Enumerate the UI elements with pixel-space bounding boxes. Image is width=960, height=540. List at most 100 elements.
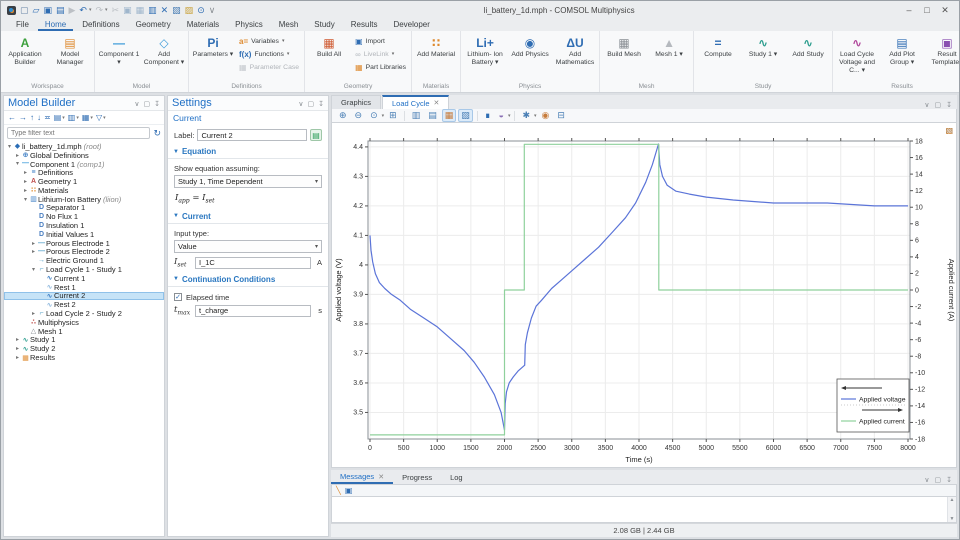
panel-menu-icon[interactable]: ∨ <box>924 101 929 109</box>
load-cycle-plot[interactable]: 0500100015002000250030003500400045005000… <box>331 123 957 468</box>
customize-toolbar-icon[interactable]: ∨ <box>209 5 216 15</box>
filter-input[interactable] <box>7 127 150 139</box>
compute-button[interactable]: =Compute <box>696 32 740 81</box>
load-cycle-voltage-and-c-button[interactable]: ∿Load Cycle Voltage and C... ▾ <box>835 32 879 81</box>
tree-item-global-definitions[interactable]: ▸⊕Global Definitions <box>4 151 164 160</box>
y-axis-data-icon[interactable]: ▥ <box>409 109 424 122</box>
tree-item-current-1[interactable]: ∿Current 1 <box>4 274 164 283</box>
float-panel-icon[interactable]: ▢ <box>308 101 315 108</box>
expander-icon[interactable]: ▸ <box>30 310 37 317</box>
tree-item-rest-1[interactable]: ∿Rest 1 <box>4 283 164 292</box>
label-input[interactable] <box>197 129 307 141</box>
tab-progress[interactable]: Progress <box>393 471 441 484</box>
cut-icon[interactable]: ✂ <box>112 5 120 15</box>
tree-item-electric-ground-1[interactable]: →Electric Ground 1 <box>4 256 164 265</box>
component-1-button[interactable]: —Component 1 ▾ <box>97 32 141 81</box>
expander-icon[interactable]: ▸ <box>14 152 21 159</box>
equation-study-select[interactable]: Study 1, Time Dependent ▾ <box>174 175 322 188</box>
tree-item-insulation-1[interactable]: DInsulation 1 <box>4 221 164 230</box>
tree-item-component-1[interactable]: ▾—Component 1(comp1) <box>4 160 164 169</box>
pin-panel-icon[interactable]: ↧ <box>154 101 160 108</box>
model-manager-button[interactable]: ▤Model Manager <box>48 32 92 81</box>
chevron-down-icon[interactable]: ▾ <box>103 115 106 121</box>
tree-item-separator-1[interactable]: DSeparator 1 <box>4 204 164 213</box>
maximize-icon[interactable]: □ <box>921 5 933 15</box>
tab-messages[interactable]: Messages✕ <box>331 471 393 484</box>
rename-label-icon[interactable]: ▤ <box>310 129 322 141</box>
zoom-extents-icon[interactable]: ⊞ <box>386 109 400 122</box>
paste-icon[interactable]: ▦ <box>136 5 145 15</box>
ribbon-tab-home[interactable]: Home <box>38 19 73 31</box>
chevron-down-icon[interactable]: ▾ <box>382 113 385 119</box>
minimize-icon[interactable]: – <box>903 5 915 15</box>
tree-item-current-2[interactable]: ∿Current 2 <box>4 292 164 301</box>
move-up-icon[interactable]: ↑ <box>30 113 34 122</box>
tree-item-materials[interactable]: ▸∷Materials <box>4 186 164 195</box>
continuation-section-header[interactable]: ▼ Continuation Conditions <box>168 271 328 287</box>
panel-menu-icon[interactable]: ∨ <box>134 101 139 108</box>
tree-item-load-cycle-1-study-1[interactable]: ▾⌐Load Cycle 1 - Study 1 <box>4 265 164 274</box>
open-icon[interactable]: ▱ <box>33 5 40 15</box>
open-in-new-window-icon[interactable]: ▣ <box>345 486 353 495</box>
new-icon[interactable]: ▢ <box>20 5 29 15</box>
tree-item-definitions[interactable]: ▸≡Definitions <box>4 168 164 177</box>
scroll-down-icon[interactable]: ▼ <box>950 516 955 522</box>
build-all-button[interactable]: ▦Build All <box>307 32 351 81</box>
expander-icon[interactable]: ▸ <box>14 354 21 361</box>
ribbon-tab-results[interactable]: Results <box>344 19 385 31</box>
zoom-box-icon[interactable]: ⊙ <box>367 109 381 122</box>
close-tab-icon[interactable]: ✕ <box>434 99 440 107</box>
ribbon-tab-physics[interactable]: Physics <box>228 19 270 31</box>
expander-icon[interactable]: ▸ <box>14 345 21 352</box>
chevron-down-icon[interactable]: ▾ <box>105 7 108 13</box>
panel-menu-icon[interactable]: ∨ <box>924 476 929 484</box>
tree-item-load-cycle-2-study-2[interactable]: ▸⌐Load Cycle 2 - Study 2 <box>4 309 164 318</box>
scene-color-icon[interactable]: ◒ <box>496 109 507 122</box>
ribbon-tab-geometry[interactable]: Geometry <box>129 19 178 31</box>
add-plot-group-button[interactable]: ▤Add Plot Group ▾ <box>880 32 924 81</box>
expander-icon[interactable]: ▾ <box>14 160 21 167</box>
ribbon-tab-materials[interactable]: Materials <box>180 19 226 31</box>
sort-order-icon[interactable]: ▥ <box>68 113 76 122</box>
expander-icon[interactable]: ▸ <box>30 240 37 247</box>
zoom-out-icon[interactable]: ⊖ <box>352 109 366 122</box>
import-button[interactable]: ▣Import <box>352 35 409 47</box>
redo-icon[interactable]: ↷ <box>95 5 103 15</box>
tree-item-porous-electrode-1[interactable]: ▸—Porous Electrode 1 <box>4 239 164 248</box>
ribbon-tab-file[interactable]: File <box>9 19 36 31</box>
add-physics-button[interactable]: ◉Add Physics <box>508 32 552 81</box>
expander-icon[interactable]: ▾ <box>30 266 37 273</box>
float-panel-icon[interactable]: ▢ <box>935 101 942 109</box>
tree-item-results[interactable]: ▸▦Results <box>4 353 164 362</box>
tree-item-geometry-1[interactable]: ▸AGeometry 1 <box>4 177 164 186</box>
plot-settings-icon[interactable]: ✱ <box>519 109 533 122</box>
chevron-down-icon[interactable]: ▾ <box>90 115 93 121</box>
move-down-icon[interactable]: ↓ <box>37 113 41 122</box>
chevron-down-icon[interactable]: ▾ <box>534 113 537 119</box>
back-icon[interactable]: ← <box>8 113 16 122</box>
close-icon[interactable]: ✕ <box>939 5 951 16</box>
refresh-icon[interactable]: ↻ <box>153 128 161 139</box>
mesh-1-button[interactable]: ▲Mesh 1 ▾ <box>647 32 691 81</box>
compile-icon[interactable]: ▧ <box>172 5 181 15</box>
collapse-all-icon[interactable]: ≖ <box>44 113 51 122</box>
tree-item-multiphysics[interactable]: ∴Multiphysics <box>4 318 164 327</box>
ribbon-tab-study[interactable]: Study <box>307 19 341 31</box>
tree-item-lithium-ion-battery[interactable]: ▾▥Lithium-Ion Battery(liion) <box>4 195 164 204</box>
zoom-in-icon[interactable]: ⊕ <box>336 109 350 122</box>
expander-icon[interactable]: ▸ <box>22 169 29 176</box>
chevron-down-icon[interactable]: ▾ <box>89 7 92 13</box>
close-tab-icon[interactable]: ✕ <box>378 473 384 481</box>
image-snapshot-icon[interactable]: ◉ <box>539 109 553 122</box>
panel-menu-icon[interactable]: ∨ <box>298 101 303 108</box>
lock-axes-icon[interactable]: ∎ <box>482 109 494 122</box>
tmax-input[interactable] <box>195 305 311 317</box>
ribbon-tab-mesh[interactable]: Mesh <box>272 19 306 31</box>
parameters-button[interactable]: PiParameters ▾ <box>191 32 235 81</box>
copy-icon[interactable]: ▣ <box>123 5 132 15</box>
forward-icon[interactable]: → <box>19 113 27 122</box>
show-options-icon[interactable]: ▦ <box>82 113 90 122</box>
update-solution-icon[interactable]: ▨ <box>185 5 194 15</box>
pin-panel-icon[interactable]: ↧ <box>318 101 324 108</box>
tree-item-initial-values-1[interactable]: DInitial Values 1 <box>4 230 164 239</box>
